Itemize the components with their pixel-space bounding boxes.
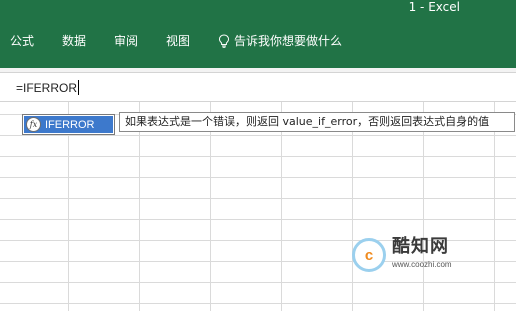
lightbulb-icon bbox=[218, 34, 230, 48]
formula-value: =IFERROR bbox=[16, 81, 78, 95]
ribbon: 1 - Excel 公式 数据 审阅 视图 告诉我你想要做什么 bbox=[0, 0, 516, 68]
autocomplete-item-iferror[interactable]: fx IFERROR bbox=[24, 116, 113, 133]
watermark-logo-icon: c bbox=[352, 238, 386, 272]
watermark-name: 酷知网 bbox=[392, 236, 449, 257]
tell-me-label: 告诉我你想要做什么 bbox=[234, 34, 343, 48]
text-caret bbox=[78, 80, 80, 95]
tab-view[interactable]: 视图 bbox=[166, 32, 190, 50]
tell-me-search[interactable]: 告诉我你想要做什么 bbox=[218, 31, 342, 51]
formula-bar[interactable]: =IFERROR bbox=[0, 72, 516, 102]
watermark-url: www.coozhi.com bbox=[392, 260, 452, 269]
formula-input[interactable]: =IFERROR bbox=[16, 79, 80, 97]
watermark: c 酷知网 www.coozhi.com bbox=[352, 236, 482, 276]
tab-review[interactable]: 审阅 bbox=[114, 32, 138, 50]
tab-formulas[interactable]: 公式 bbox=[10, 32, 34, 50]
function-tooltip: 如果表达式是一个错误，则返回 value_if_error，否则返回表达式自身的… bbox=[119, 112, 515, 132]
autocomplete-dropdown: fx IFERROR bbox=[22, 114, 115, 135]
function-icon: fx bbox=[26, 117, 41, 132]
autocomplete-item-label: IFERROR bbox=[45, 118, 95, 131]
window-title: 1 - Excel bbox=[408, 0, 460, 14]
tab-data[interactable]: 数据 bbox=[62, 32, 86, 50]
